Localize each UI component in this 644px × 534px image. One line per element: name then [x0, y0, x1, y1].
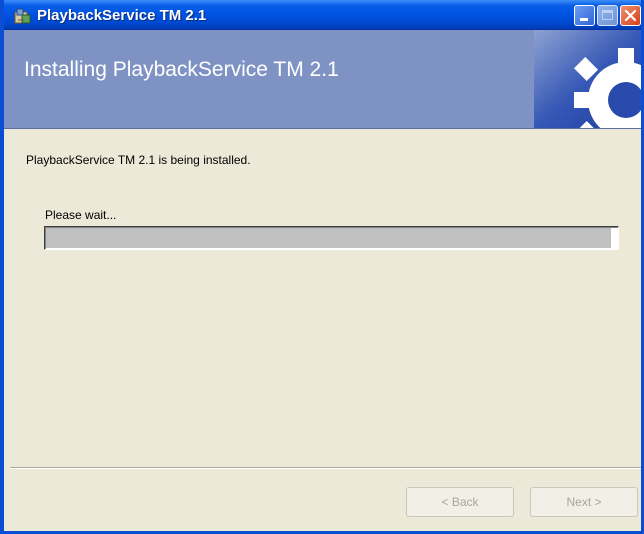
close-icon — [624, 9, 637, 22]
maximize-icon — [602, 10, 613, 20]
back-button[interactable]: < Back — [406, 487, 514, 517]
title-bar[interactable]: PlaybackService TM 2.1 — [4, 0, 641, 30]
maximize-button[interactable] — [597, 5, 618, 26]
progress-fill — [46, 228, 611, 248]
status-text: PlaybackService TM 2.1 is being installe… — [26, 153, 251, 167]
close-button[interactable] — [620, 5, 641, 26]
minimize-button[interactable] — [574, 5, 595, 26]
minimize-icon — [580, 18, 588, 21]
footer-divider — [10, 467, 641, 469]
header-banner: Installing PlaybackService TM 2.1 — [4, 30, 641, 129]
window-title: PlaybackService TM 2.1 — [37, 7, 207, 24]
wait-label: Please wait... — [45, 208, 117, 222]
page-title: Installing PlaybackService TM 2.1 — [24, 58, 339, 81]
next-button[interactable]: Next > — [530, 487, 638, 517]
progress-bar — [44, 226, 619, 250]
gear-icon — [534, 30, 641, 128]
installer-icon — [14, 8, 31, 24]
installer-window: PlaybackService TM 2.1 Installing Playba… — [0, 0, 644, 534]
